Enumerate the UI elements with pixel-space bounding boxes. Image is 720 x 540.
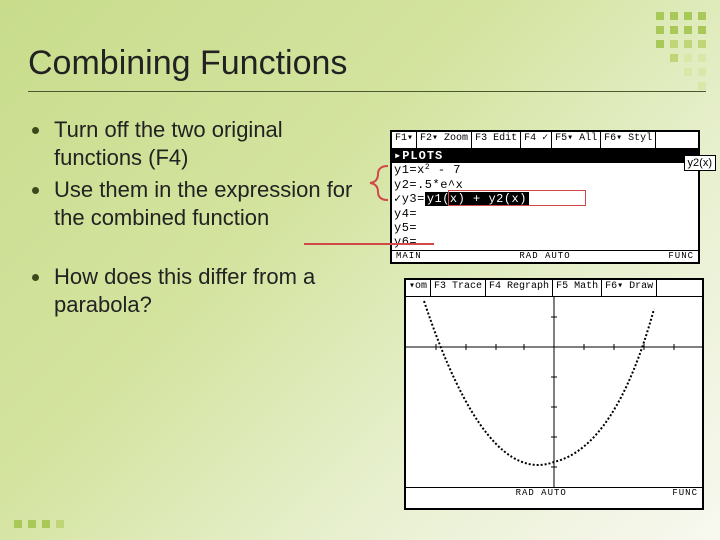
equation-y1: y1=x2 - 7 [392, 163, 698, 177]
bullet-item: Use them in the expression for the combi… [28, 176, 368, 232]
menu-f4: F4 ✓ [521, 132, 552, 148]
bullet-item: Turn off the two original functions (F4) [28, 116, 368, 172]
calc-menu-bar: F1▾ F2▾ Zoom F3 Edit F4 ✓ F5▾ All F6▾ St… [392, 132, 698, 149]
status-left: MAIN [396, 251, 422, 262]
status-bar: RAD AUTO FUNC [406, 487, 702, 499]
menu-tab: F6▾ Draw [602, 280, 657, 296]
menu-f5: F5▾ All [552, 132, 601, 148]
bullet-item: How does this differ from a parabola? [28, 263, 368, 319]
status-mid: RAD AUTO [519, 251, 570, 262]
corner-decoration-top [656, 12, 706, 96]
curly-bracket-annotation [366, 164, 390, 202]
status-right: FUNC [672, 488, 698, 499]
menu-f3: F3 Edit [472, 132, 521, 148]
status-right: FUNC [668, 251, 694, 262]
arrow-annotation [304, 243, 434, 245]
graph-canvas [406, 297, 702, 487]
menu-tab: ▾om [406, 280, 431, 296]
plots-header: ▸PLOTS [392, 149, 698, 163]
calculator-graph: ▾om F3 Trace F4 Regraph F5 Math F6▾ Draw [404, 278, 704, 510]
page-title: Combining Functions [0, 0, 720, 91]
menu-f1: F1▾ [392, 132, 417, 148]
menu-f2: F2▾ Zoom [417, 132, 472, 148]
equation-y5: y5= [392, 221, 698, 235]
status-bar: MAIN RAD AUTO FUNC [392, 250, 698, 262]
menu-f6: F6▾ Styl [601, 132, 656, 148]
menu-tab: F3 Trace [431, 280, 486, 296]
calc-menu-bar: ▾om F3 Trace F4 Regraph F5 Math F6▾ Draw [406, 280, 702, 297]
selection-highlight-box [448, 190, 586, 206]
equation-y4: y4= [392, 207, 698, 221]
equation-y6: y6= [392, 235, 698, 249]
corner-decoration-bottom [14, 520, 78, 528]
status-mid: RAD AUTO [516, 488, 567, 499]
menu-tab: F4 Regraph [486, 280, 553, 296]
overlay-label-y2: y2(x) [684, 155, 716, 171]
bullet-list: Turn off the two original functions (F4)… [28, 116, 368, 323]
menu-tab: F5 Math [553, 280, 602, 296]
